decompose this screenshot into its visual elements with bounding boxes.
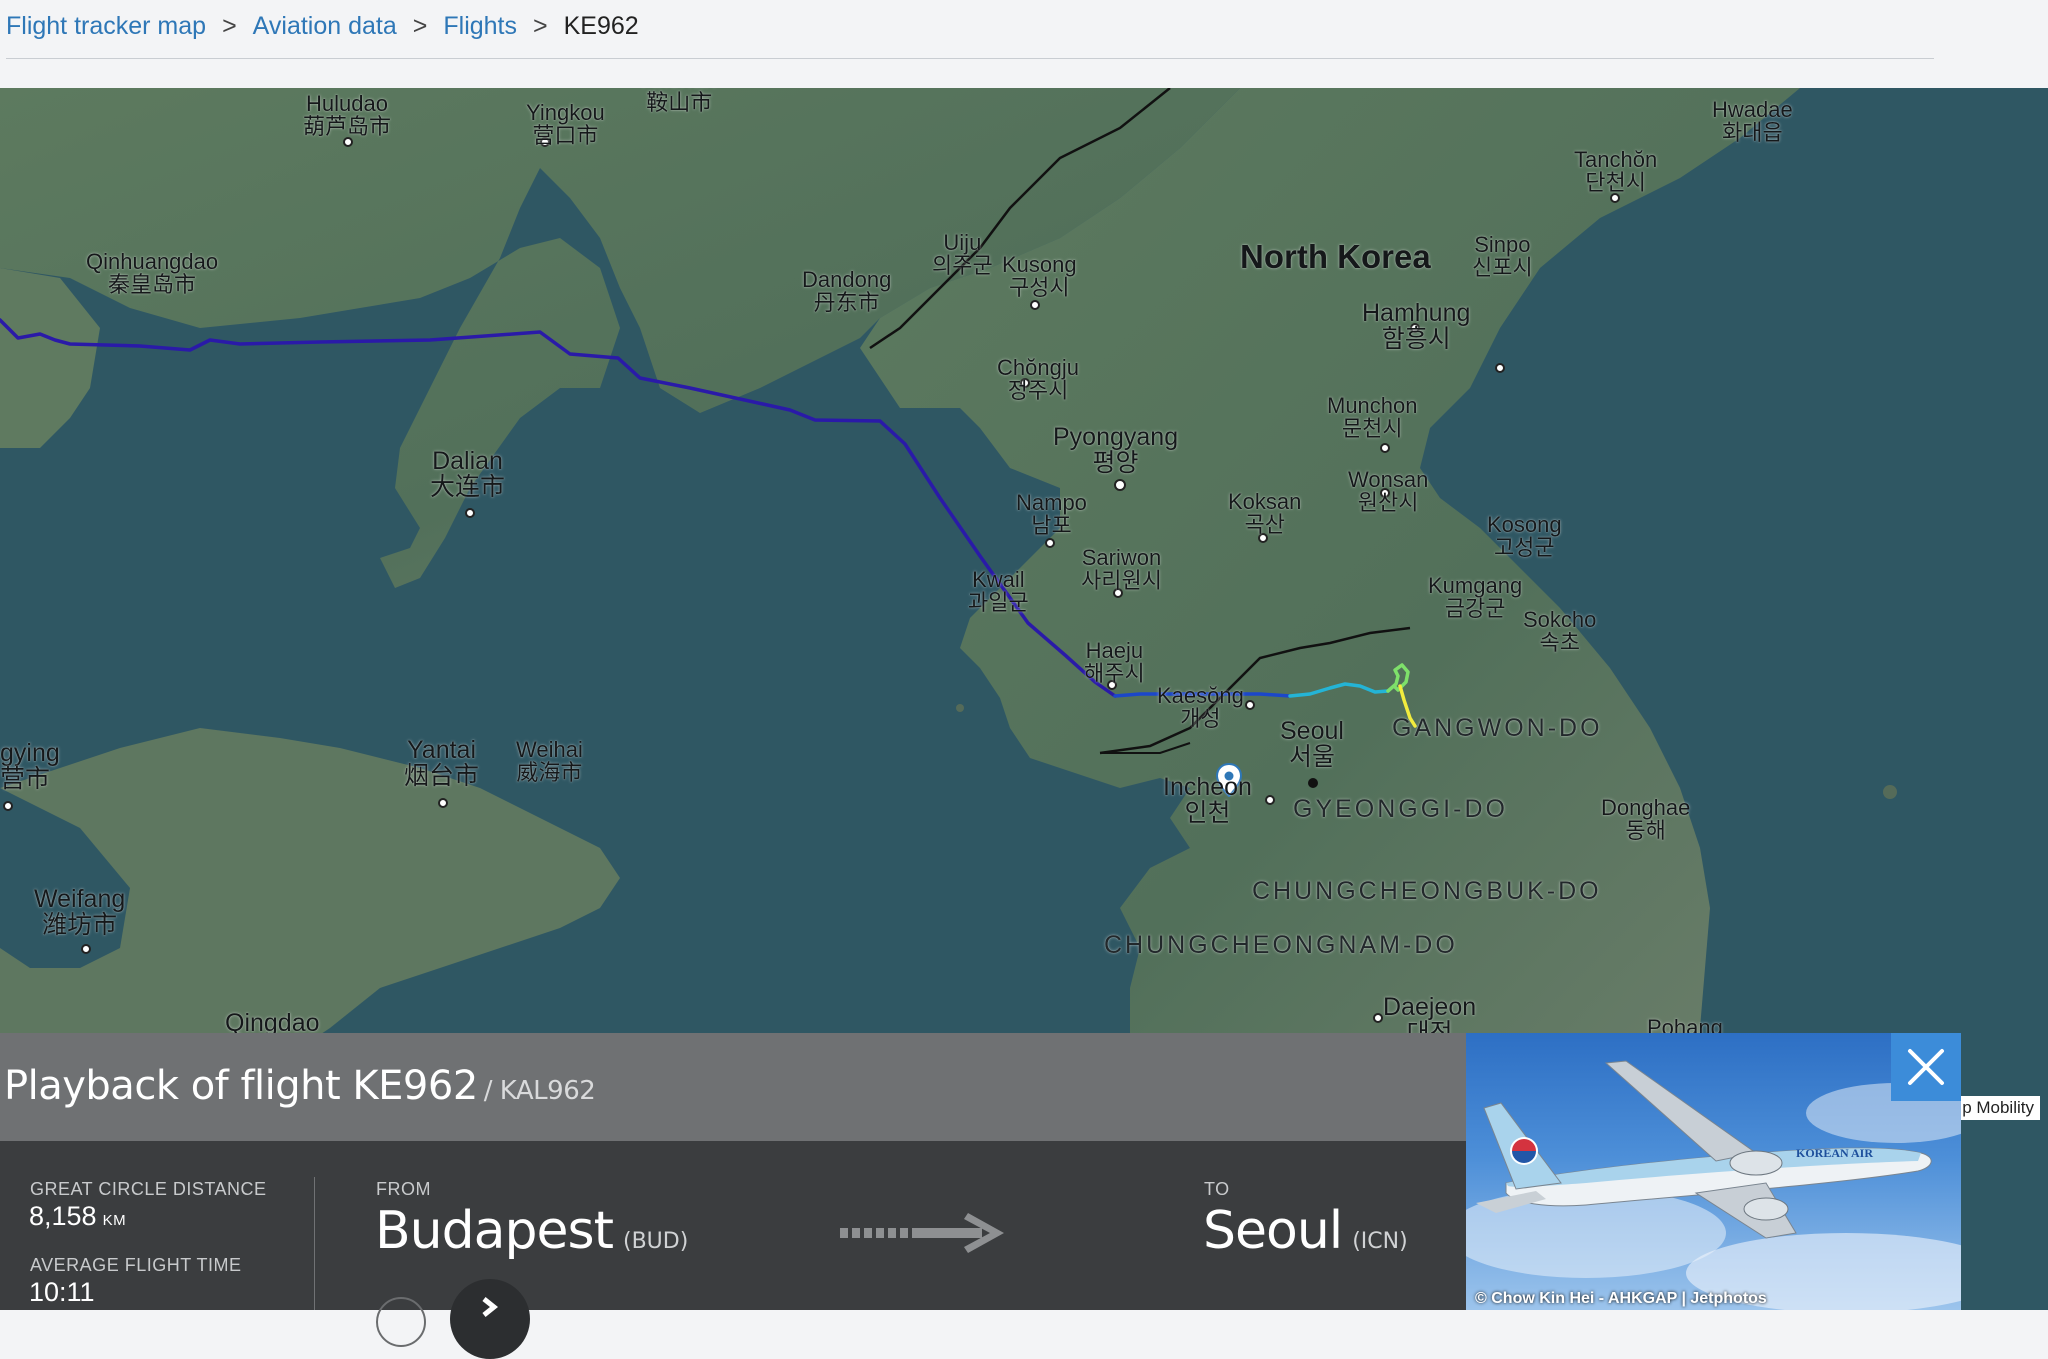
- breadcrumb-separator: >: [412, 12, 428, 40]
- great-circle-number: 8,158: [29, 1201, 97, 1231]
- map-label: Tanchŏn 단천시: [1574, 147, 1658, 196]
- map-label: Kusong 구성시: [1002, 252, 1077, 301]
- breadcrumb-current-flight: KE962: [563, 12, 639, 40]
- map-label: Anshan鞍山市: [642, 88, 717, 116]
- avg-time-value: 10:11: [29, 1277, 95, 1307]
- map-label: Weihai 威海市: [516, 737, 583, 786]
- great-circle-unit: KM: [102, 1212, 127, 1229]
- playback-header: Playback of flight KE962/ KAL962: [0, 1033, 1466, 1141]
- map-label: Huludao 葫芦岛市: [303, 91, 392, 140]
- aircraft-photo[interactable]: KOREAN AIR © Chow Kin Hei - AHKGAP | Jet…: [1466, 1033, 1961, 1310]
- breadcrumb: Flight tracker map > Aviation data > Fli…: [6, 12, 639, 41]
- panel-divider: [314, 1177, 315, 1310]
- map-label-province: CHUNGCHEONGNAM-DO: [1104, 931, 1458, 959]
- playback-title-text: Playback of flight KE962: [4, 1063, 478, 1109]
- breadcrumb-divider: [6, 58, 1934, 59]
- close-photo-button[interactable]: [1891, 1033, 1961, 1101]
- play-button[interactable]: [450, 1279, 530, 1359]
- map-label-province: CHUNGCHEONGBUK-DO: [1252, 877, 1602, 905]
- photo-credit[interactable]: © Chow Kin Hei - AHKGAP | Jetphotos: [1475, 1290, 1767, 1308]
- map-label: Koksan 곡산: [1228, 489, 1302, 538]
- top-bar: Flight tracker map > Aviation data > Fli…: [0, 0, 2048, 88]
- flight-info-panel: GREAT CIRCLE DISTANCE 8,158 KM AVERAGE FL…: [0, 1141, 1466, 1359]
- aircraft-image: KOREAN AIR: [1466, 1060, 1961, 1310]
- map-label: Incheon 인천: [1163, 773, 1252, 828]
- from-label: FROM: [376, 1179, 431, 1199]
- map-attribution[interactable]: p Mobility: [1956, 1096, 2040, 1120]
- map-label: Yingkou 营口市: [526, 100, 605, 149]
- map-label: Nampo 남포: [1016, 490, 1087, 539]
- breadcrumb-flights[interactable]: Flights: [443, 12, 517, 41]
- map-label: Sariwon 사리원시: [1081, 545, 1162, 594]
- map-label: Sokcho 속초: [1523, 607, 1597, 656]
- from-city: Budapest (BUD): [375, 1201, 688, 1261]
- map-label: Munchon 문천시: [1327, 393, 1418, 442]
- map-label: Qinhuangdao 秦皇岛市: [86, 249, 219, 298]
- breadcrumb-flight-tracker-map[interactable]: Flight tracker map: [6, 12, 206, 41]
- map-label: Chŏngju 정주시: [997, 355, 1079, 404]
- map-label-country: North Korea: [1240, 238, 1431, 275]
- play-icon: [482, 1297, 499, 1317]
- from-airport-code: (BUD): [622, 1229, 689, 1254]
- to-city: Seoul (ICN): [1203, 1201, 1408, 1261]
- map-label: Kumgang 금강군: [1428, 573, 1523, 622]
- to-city-name: Seoul: [1203, 1201, 1343, 1261]
- map-label: Kosong 고성군: [1487, 512, 1562, 561]
- map-label: Wonsan 원산시: [1348, 467, 1429, 516]
- map-label: Haeju 해주시: [1084, 638, 1145, 687]
- close-icon: [1908, 1049, 1944, 1085]
- map-label: Hamhung 함흥시: [1362, 299, 1471, 354]
- to-airport-code: (ICN): [1352, 1229, 1408, 1254]
- map-label: Uiju 의주군: [932, 230, 993, 279]
- map-label: Donghae 동해: [1601, 795, 1691, 844]
- flight-route-segment: [0, 318, 1117, 698]
- map-label: Pyongyang 평양: [1053, 423, 1179, 478]
- map-label-province: GYEONGGI-DO: [1293, 795, 1508, 823]
- to-label: TO: [1204, 1179, 1230, 1199]
- map-label: Kwail 과일군: [968, 567, 1029, 616]
- map-label: Dalian 大连市: [430, 447, 506, 502]
- map-label: Yantai 烟台市: [404, 736, 480, 791]
- breadcrumb-separator: >: [533, 12, 548, 40]
- great-circle-value: 8,158 KM: [29, 1201, 126, 1232]
- map-label: Weifang 潍坊市: [34, 885, 126, 940]
- playback-control-button[interactable]: [376, 1297, 426, 1347]
- map-label: Hwadae 화대읍: [1712, 97, 1793, 146]
- map-label: Sinpo 신포시: [1472, 232, 1533, 281]
- arrow-right-icon: [840, 1213, 1004, 1253]
- map-label: Seoul 서울: [1280, 717, 1344, 772]
- map-label: Kaesŏng 개성: [1157, 683, 1244, 732]
- from-city-name: Budapest: [375, 1201, 614, 1261]
- avg-time-label: AVERAGE FLIGHT TIME: [30, 1255, 242, 1275]
- breadcrumb-separator: >: [222, 12, 237, 40]
- great-circle-label: GREAT CIRCLE DISTANCE: [30, 1179, 267, 1199]
- flight-route-segment: [1386, 663, 1410, 693]
- map-label: gying 营市: [0, 739, 60, 794]
- flight-route-segment: [1288, 682, 1390, 698]
- map-label: Dandong 丹东市: [802, 267, 892, 316]
- aircraft-livery-text: KOREAN AIR: [1796, 1146, 1873, 1160]
- map-label-province: GANGWON-DO: [1392, 714, 1603, 742]
- breadcrumb-aviation-data[interactable]: Aviation data: [253, 12, 397, 41]
- playback-callsign: / KAL962: [483, 1076, 596, 1106]
- playback-title: Playback of flight KE962/ KAL962: [4, 1063, 596, 1109]
